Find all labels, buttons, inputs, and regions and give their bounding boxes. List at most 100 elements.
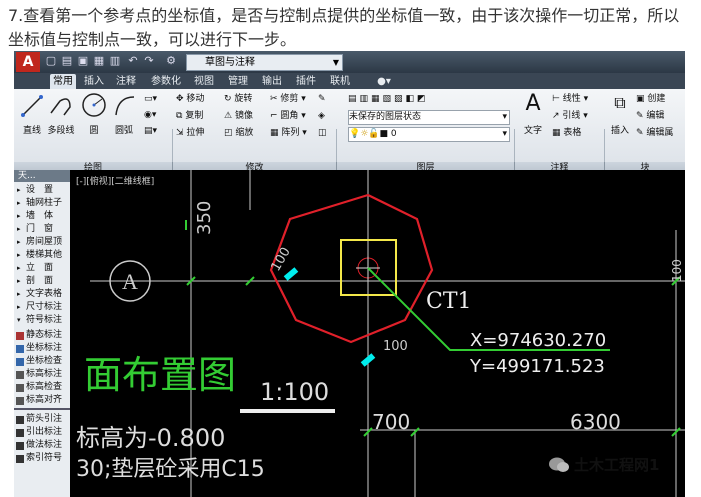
caption-line-2: 坐标值与控制点一致，可以进行下一步。 — [8, 30, 297, 49]
print-icon[interactable]: ▥ — [108, 54, 122, 68]
linear-dim-icon: ⊢ — [552, 94, 560, 104]
palette-item[interactable]: ▸ 立 面 — [14, 262, 70, 275]
leader-icon — [16, 429, 24, 437]
note-text-2: 30;垫层砼采用C15 — [76, 457, 265, 482]
line-button[interactable]: 直线 — [18, 123, 46, 136]
save-icon[interactable]: ▣ — [76, 54, 90, 68]
dim-text-6300: 6300 — [570, 410, 621, 434]
palette-subitem[interactable]: 坐标检查 — [14, 355, 70, 368]
circle-icon — [82, 93, 106, 117]
mirror-button[interactable]: ⚠ 镜像 — [224, 110, 253, 122]
arrow-icon — [16, 416, 24, 424]
dim-text-350: 350 — [194, 201, 215, 235]
chevron-down-icon: ▾ — [502, 129, 507, 139]
edit-attr-icon: ✎ — [636, 128, 644, 138]
palette-item[interactable]: ▸ 楼梯其他 — [14, 249, 70, 262]
table-button[interactable]: ▦ 表格 — [552, 127, 581, 139]
palette-item[interactable]: ▸ 尺寸标注 — [14, 301, 70, 314]
polyline-icon — [50, 98, 71, 116]
offset-icon[interactable]: ◫ — [318, 127, 327, 139]
palette-subitem[interactable]: 标高对齐 — [14, 394, 70, 407]
fillet-button[interactable]: ⌐ 圆角 ▾ — [270, 110, 306, 122]
drawing-title: 面布置图 — [84, 353, 236, 397]
save-as-icon[interactable]: ▦ — [92, 54, 106, 68]
redo-icon[interactable]: ↷ — [142, 54, 156, 68]
tab-home[interactable]: 常用 — [50, 74, 76, 89]
chevron-down-icon: ▼ — [332, 58, 339, 67]
tab-insert[interactable]: 插入 — [82, 74, 106, 89]
layer-state-dropdown[interactable]: 未保存的图层状态 ▾ — [348, 110, 510, 125]
leader-icon: ↗ — [552, 111, 560, 121]
tab-manage[interactable]: 管理 — [226, 74, 250, 89]
tab-parametric[interactable]: 参数化 — [148, 74, 184, 89]
ribbon-panel: 直线 多段线 圆 圆弧 ▭▾ ◉▾ ▤▾ ✥ 移动 ↻ 旋转 ✂ 修剪 ▾ ⧉ … — [14, 89, 685, 199]
circle-button[interactable]: 圆 — [82, 123, 106, 136]
palette-item[interactable]: ▸ 设 置 — [14, 184, 70, 197]
tab-extra-icon[interactable]: ●▾ — [372, 74, 396, 89]
drawing-canvas[interactable]: A 350 100 100 100 CT1 X=974630.270 Y=499… — [70, 170, 685, 497]
ribbon-tabs: 常用 插入 注释 参数化 视图 管理 输出 插件 联机 ●▾ — [14, 73, 685, 89]
palette-title[interactable]: 天... — [14, 170, 70, 182]
elevation-icon — [16, 371, 24, 379]
leader-button[interactable]: ↗ 引线 ▾ — [552, 110, 588, 122]
polyline-button[interactable]: 多段线 — [44, 123, 78, 136]
arc-icon — [115, 96, 135, 116]
scale-button[interactable]: ◰ 缩放 — [224, 127, 253, 139]
viewport-label[interactable]: [-][俯视][二维线框] — [76, 174, 154, 187]
palette-subitem[interactable]: 做法标注 — [14, 439, 70, 452]
edit-block-button[interactable]: ✎ 编辑 — [636, 110, 664, 122]
dim-text-100: 100 — [383, 339, 408, 354]
stretch-button[interactable]: ⇲ 拉伸 — [176, 127, 204, 139]
create-block-button[interactable]: ▣ 创建 — [636, 93, 665, 105]
palette-item[interactable]: ▸ 墙 体 — [14, 210, 70, 223]
array-button[interactable]: ▦ 阵列 ▾ — [270, 127, 307, 139]
palette-item[interactable]: ▸ 房间屋顶 — [14, 236, 70, 249]
watermark: 土木工程网1 — [548, 454, 698, 476]
arc-button[interactable]: 圆弧 — [110, 123, 138, 136]
new-file-icon[interactable]: ▢ — [44, 54, 58, 68]
tab-online[interactable]: 联机 — [328, 74, 352, 89]
open-file-icon[interactable]: ▤ — [60, 54, 74, 68]
erase-icon[interactable]: ✎ — [318, 93, 326, 105]
palette-item[interactable]: ▸ 轴网柱子 — [14, 197, 70, 210]
workspace-dropdown[interactable]: 草图与注释 ▼ — [186, 54, 343, 71]
tab-annotate[interactable]: 注释 — [114, 74, 138, 89]
scale-text: 1:100 — [260, 378, 329, 406]
palette-subitem[interactable]: 箭头引注 — [14, 413, 70, 426]
move-button[interactable]: ✥ 移动 — [176, 93, 204, 105]
region-icon[interactable]: ▤▾ — [144, 125, 157, 137]
palette-subitem[interactable]: 坐标标注 — [14, 342, 70, 355]
palette-subitem[interactable]: 静态标注 — [14, 329, 70, 342]
palette-subitem[interactable]: 索引符号 — [14, 452, 70, 465]
palette-item[interactable]: ▸ 文字表格 — [14, 288, 70, 301]
axis-bubble-label: A — [122, 269, 138, 294]
palette-subitem[interactable]: 标高检查 — [14, 381, 70, 394]
copy-button[interactable]: ⧉ 复制 — [176, 110, 203, 122]
tab-view[interactable]: 视图 — [192, 74, 216, 89]
rotate-button[interactable]: ↻ 旋转 — [224, 93, 252, 105]
undo-icon[interactable]: ↶ — [126, 54, 140, 68]
hatch-icon[interactable]: ◉▾ — [144, 109, 156, 121]
layer-dropdown[interactable]: 💡☼🔓■ 0 ▾ — [348, 127, 510, 142]
tab-plugins[interactable]: 插件 — [294, 74, 318, 89]
palette-item[interactable]: ▸ 剖 面 — [14, 275, 70, 288]
palette-item[interactable]: ▾ 符号标注 — [14, 314, 70, 327]
palette-subitem[interactable]: 标高标注 — [14, 368, 70, 381]
edit-attr-button[interactable]: ✎ 编辑属 — [636, 127, 673, 139]
explode-icon[interactable]: ◈ — [318, 110, 325, 122]
rectangle-icon[interactable]: ▭▾ — [144, 93, 157, 105]
app-logo[interactable]: A — [16, 52, 40, 72]
text-button[interactable]: 文字 — [520, 123, 546, 136]
lightbulb-icon: 💡 — [349, 129, 361, 139]
trim-icon: ✂ — [270, 94, 278, 104]
copy-icon: ⧉ — [176, 111, 183, 121]
tab-output[interactable]: 输出 — [260, 74, 284, 89]
palette-subitem[interactable]: 引出标注 — [14, 426, 70, 439]
linear-dim-button[interactable]: ⊢ 线性 ▾ — [552, 93, 588, 105]
palette-item[interactable]: ▸ 门 窗 — [14, 223, 70, 236]
trim-button[interactable]: ✂ 修剪 ▾ — [270, 93, 306, 105]
stretch-icon: ⇲ — [176, 128, 184, 138]
layer-tools-icon[interactable]: ▤▥▦▧▨◧◩ — [348, 93, 429, 105]
insert-block-button[interactable]: 插入 — [608, 123, 632, 136]
workspace-gear-icon[interactable]: ⚙ — [164, 54, 178, 68]
